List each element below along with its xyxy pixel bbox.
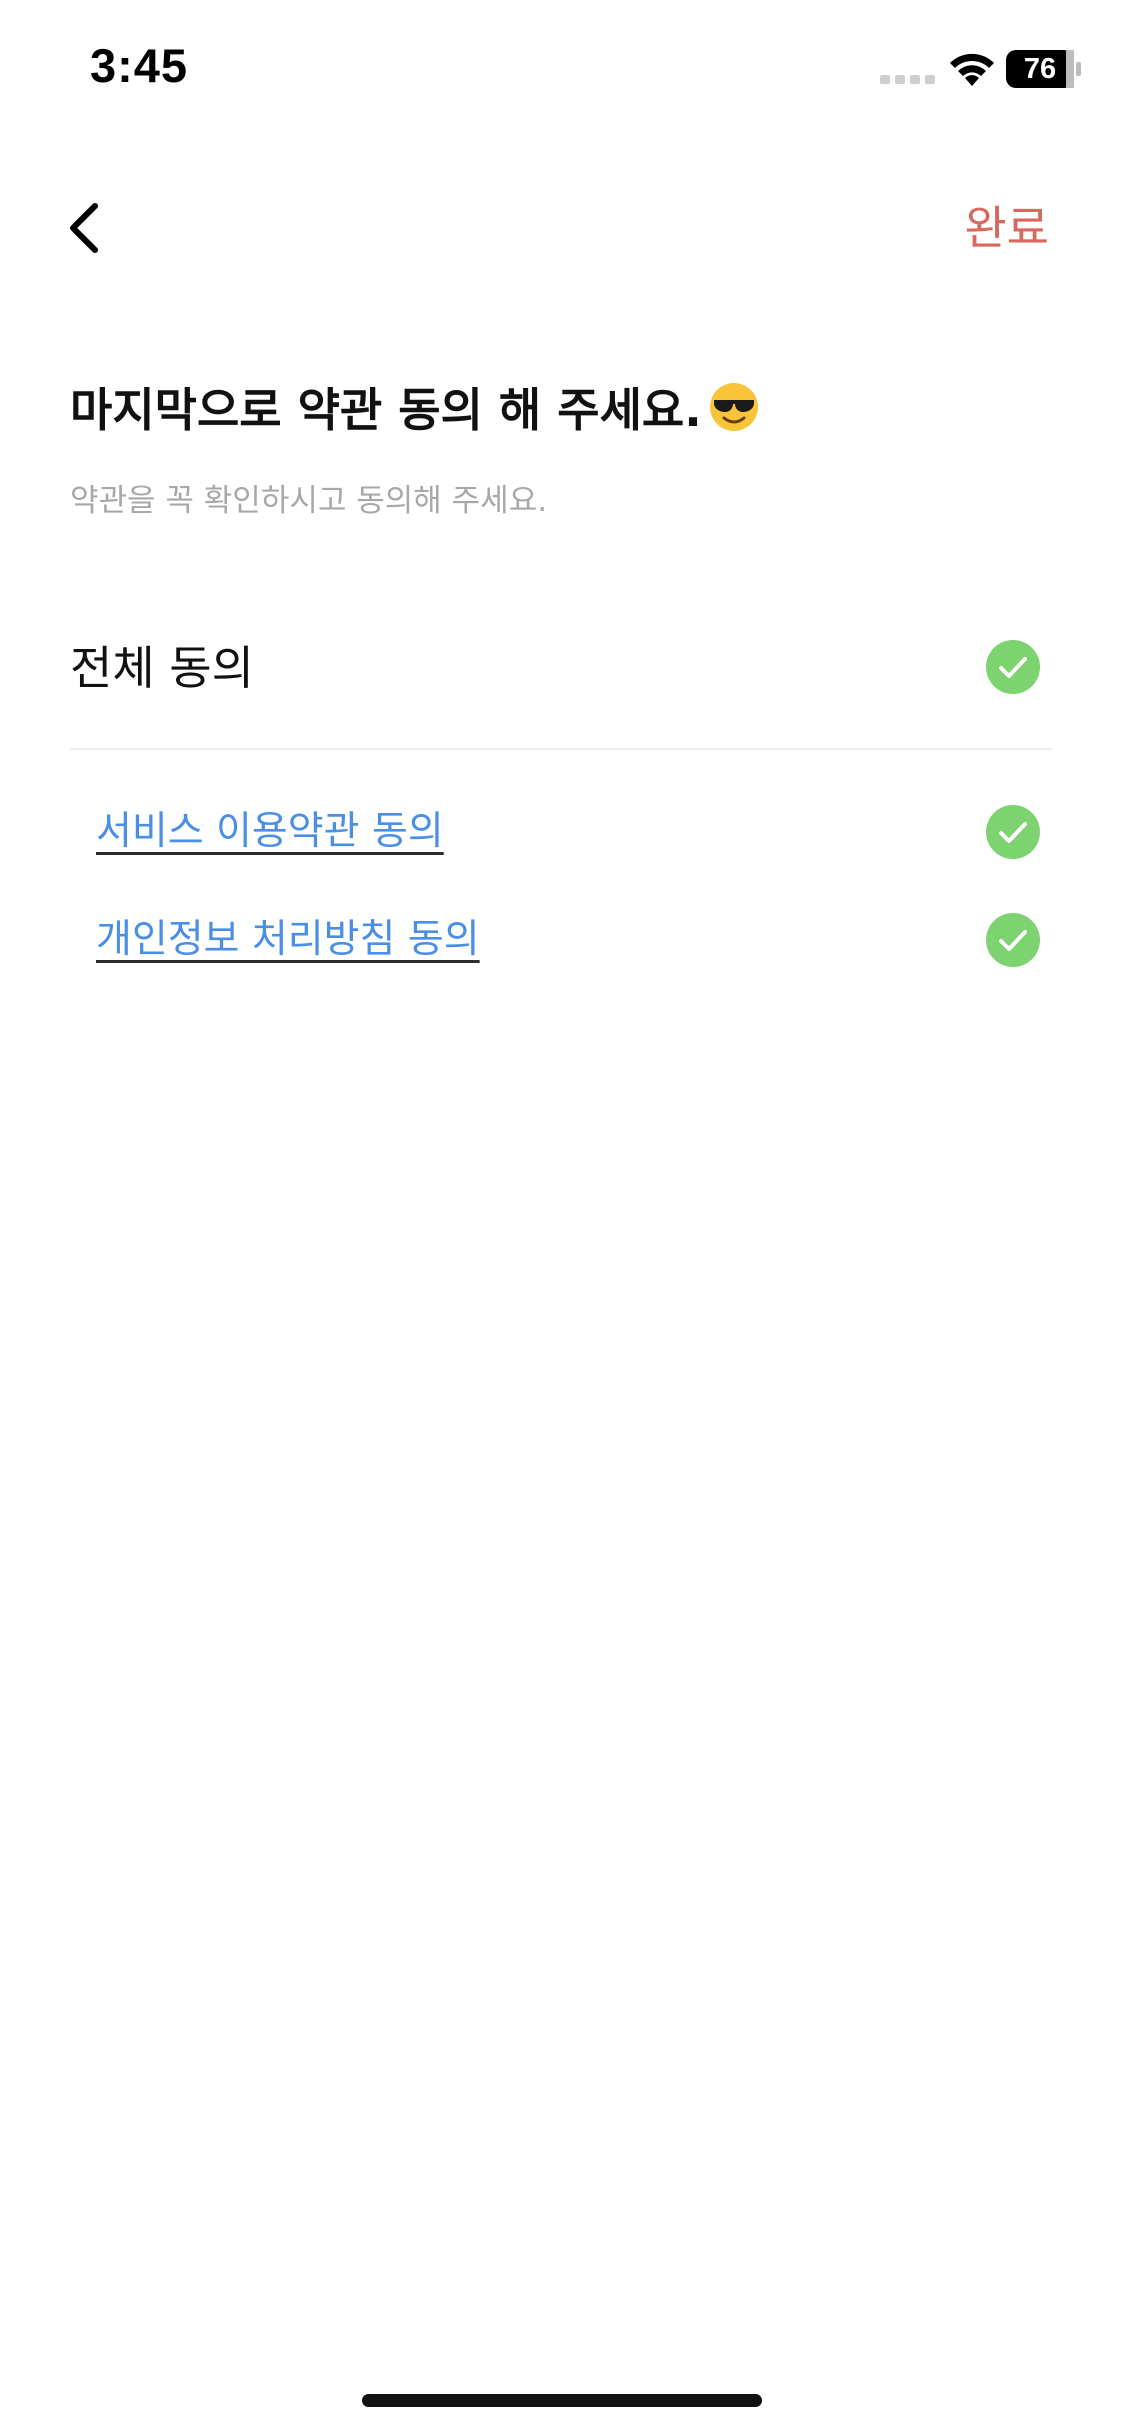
agree-all-row[interactable]: 전체 동의 <box>70 620 1052 710</box>
battery-percent: 76 <box>1023 53 1057 85</box>
page-subtitle: 약관을 꼭 확인하시고 동의해 주세요. <box>70 483 548 519</box>
term-row-service: 서비스 이용약관 동의 <box>70 792 1052 872</box>
status-time: 3:45 <box>90 39 189 92</box>
checkmark-circle-icon[interactable] <box>986 913 1040 967</box>
divider <box>70 748 1052 750</box>
cellular-signal-icon <box>880 75 935 84</box>
page-title: 마지막으로 약관 동의 해 주세요. <box>70 374 760 440</box>
privacy-policy-link[interactable]: 개인정보 처리방침 동의 <box>96 908 480 964</box>
home-indicator[interactable] <box>362 2394 762 2407</box>
chevron-left-icon <box>70 203 98 253</box>
checkmark-circle-icon[interactable] <box>986 640 1040 694</box>
checkmark-circle-icon[interactable] <box>986 805 1040 859</box>
status-bar: 3:45 76 <box>0 0 1125 140</box>
service-terms-link[interactable]: 서비스 이용약관 동의 <box>96 800 444 856</box>
agree-all-label: 전체 동의 <box>70 641 254 695</box>
back-button[interactable] <box>50 188 120 268</box>
done-button[interactable]: 완료 <box>964 196 1049 260</box>
term-row-privacy: 개인정보 처리방침 동의 <box>70 900 1052 980</box>
page-title-text: 마지막으로 약관 동의 해 주세요. <box>70 383 702 437</box>
smiling-face-with-sunglasses-icon <box>709 383 758 431</box>
wifi-icon <box>950 53 994 86</box>
